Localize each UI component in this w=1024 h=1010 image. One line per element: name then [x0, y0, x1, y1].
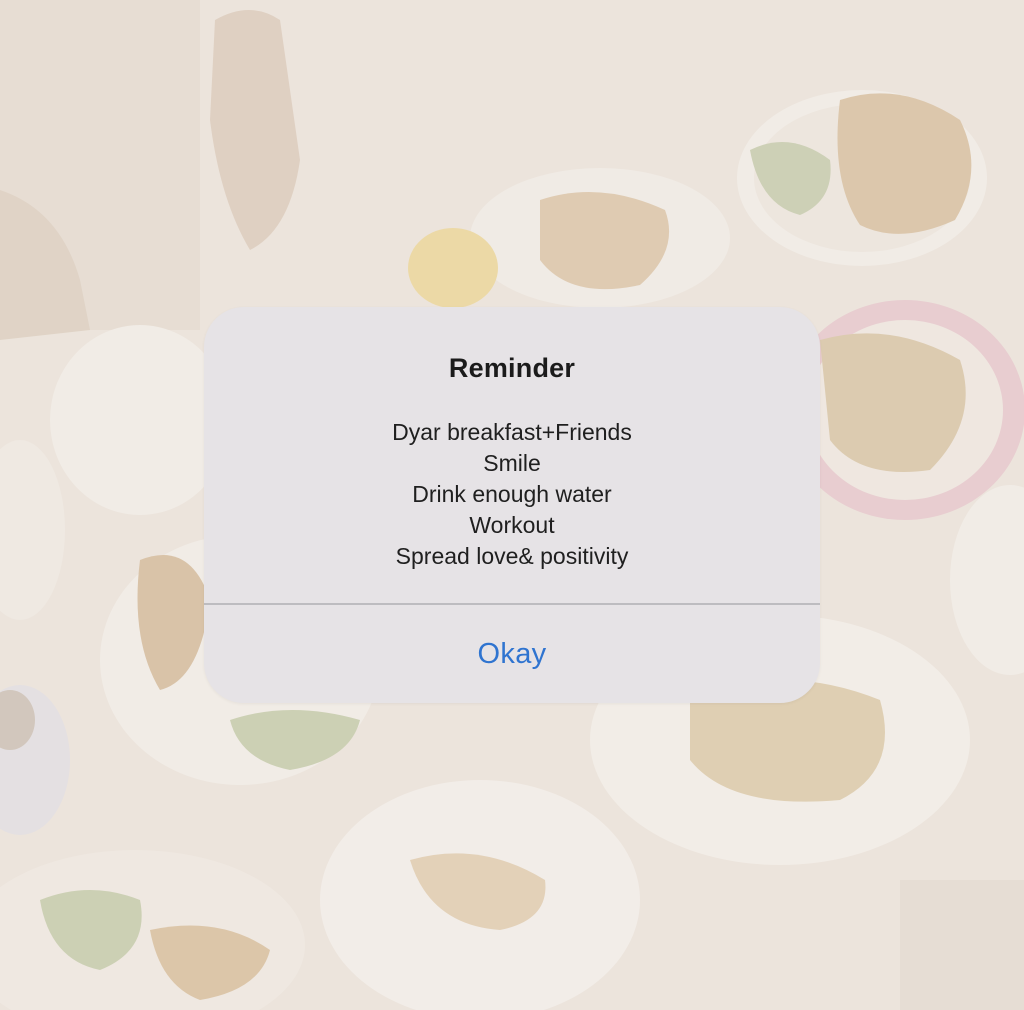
message-line: Drink enough water	[412, 481, 612, 507]
okay-button[interactable]: Okay	[204, 605, 820, 703]
message-line: Smile	[483, 450, 541, 476]
alert-title: Reminder	[448, 353, 576, 383]
message-line: Workout	[469, 512, 555, 538]
reminder-alert-dialog: Reminder Dyar breakfast+Friends Smile Dr…	[204, 307, 820, 703]
message-line: Spread love& positivity	[395, 543, 629, 569]
message-line: Dyar breakfast+Friends	[392, 419, 632, 445]
alert-message: Dyar breakfast+Friends Smile Drink enoug…	[204, 417, 820, 572]
